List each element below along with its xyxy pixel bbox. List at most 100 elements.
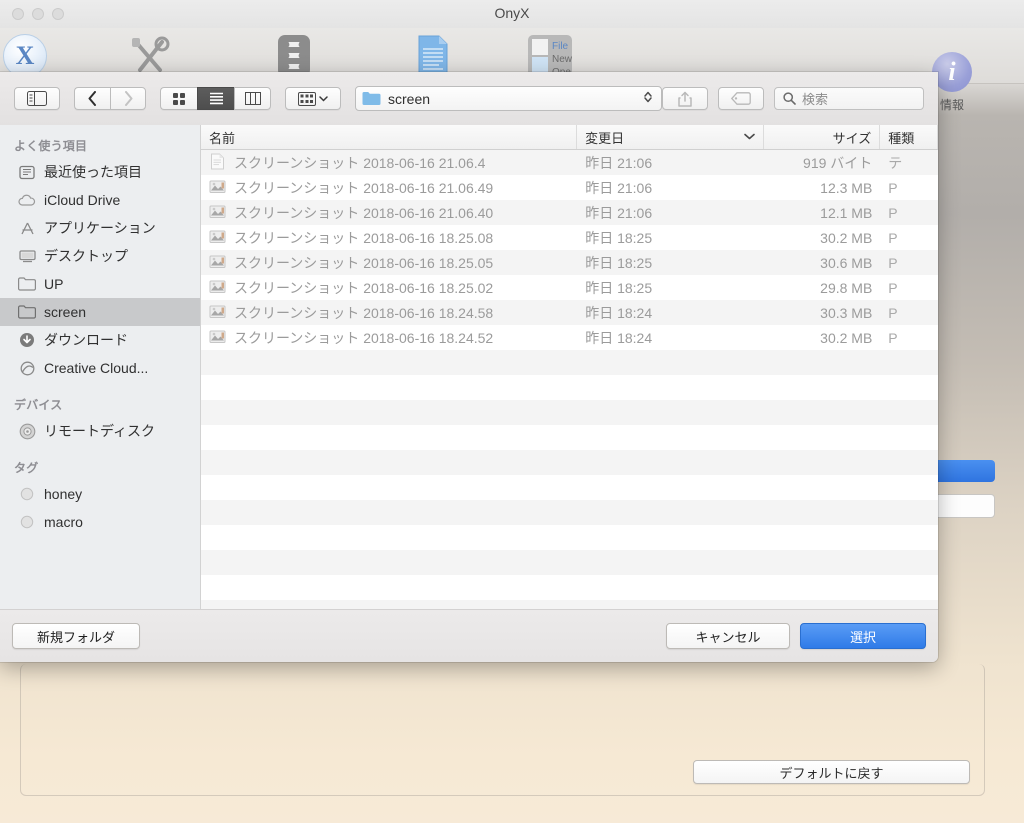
- sort-descending-icon: [743, 132, 755, 143]
- file-list[interactable]: 名前 変更日 サイズ 種類 スクリーンショット 2018-06-16 21.06…: [201, 125, 938, 609]
- new-folder-button[interactable]: 新規フォルダ: [12, 623, 140, 649]
- column-header-kind[interactable]: 種類: [880, 125, 938, 149]
- share-icon: [678, 91, 692, 107]
- remote-disc-icon: [18, 422, 36, 440]
- file-name: スクリーンショット 2018-06-16 18.25.05: [234, 254, 494, 271]
- cell-size: 12.1 MB: [820, 204, 873, 221]
- table-row[interactable]: スクリーンショット 2018-06-16 18.25.05 昨日 18:25 30.…: [201, 250, 938, 275]
- cell-kind: P: [888, 279, 898, 296]
- choose-button[interactable]: 選択: [800, 623, 926, 649]
- table-row[interactable]: スクリーンショット 2018-06-16 18.24.58 昨日 18:24 30.…: [201, 300, 938, 325]
- search-icon: [783, 92, 796, 105]
- downloads-icon: [18, 331, 36, 349]
- window-title: OnyX: [494, 5, 530, 21]
- sidebar-item-applications[interactable]: アプリケーション: [0, 214, 200, 242]
- applications-icon: [18, 219, 36, 237]
- list-view-icon: [209, 92, 223, 105]
- sidebar-item-desktop[interactable]: デスクトップ: [0, 242, 200, 270]
- sidebar-item-label: honey: [44, 486, 83, 502]
- file-list-empty-row: [201, 575, 938, 600]
- sidebar-toggle-button[interactable]: [14, 87, 60, 110]
- arrange-by-icon: [298, 91, 316, 106]
- cell-size: 29.8 MB: [820, 279, 873, 296]
- table-row[interactable]: スクリーンショット 2018-06-16 18.25.08 昨日 18:25 30.…: [201, 225, 938, 250]
- image-file-icon: [209, 303, 226, 323]
- cloud-icon: [18, 191, 36, 209]
- cell-name: スクリーンショット 2018-06-16 18.25.08: [201, 228, 577, 248]
- file-list-empty-row: [201, 500, 938, 525]
- sidebar-item-creative-cloud[interactable]: Creative Cloud...: [0, 354, 200, 382]
- svg-text:New: New: [552, 54, 573, 65]
- info-icon: i: [932, 52, 972, 92]
- window-titlebar: OnyX: [0, 0, 1024, 28]
- search-input[interactable]: 検索: [774, 87, 924, 110]
- arrange-by-button[interactable]: [285, 87, 341, 110]
- sidebar-item-tag-honey[interactable]: honey: [0, 480, 200, 508]
- table-row[interactable]: スクリーンショット 2018-06-16 18.25.02 昨日 18:25 29.…: [201, 275, 938, 300]
- cell-kind: P: [888, 254, 898, 271]
- sidebar-item-screen[interactable]: screen: [0, 298, 200, 326]
- cell-kind: P: [888, 329, 898, 346]
- dialog-body: よく使う項目 最近使った項目 iCloud Drive アプリケーション デスク…: [0, 125, 938, 609]
- file-open-dialog: screen 検索 よく使う項目 最近使った項目 iCloud Drive アプ…: [0, 72, 938, 662]
- cell-date: 昨日 18:25: [585, 279, 653, 296]
- cell-date: 昨日 18:25: [585, 254, 653, 271]
- dialog-footer: 新規フォルダ キャンセル 選択: [0, 609, 938, 662]
- sidebar-item-label: アプリケーション: [44, 220, 156, 236]
- sidebar-item-icloud-drive[interactable]: iCloud Drive: [0, 186, 200, 214]
- restore-defaults-button[interactable]: デフォルトに戻す: [693, 760, 970, 784]
- icon-view-button[interactable]: [160, 87, 197, 110]
- file-list-empty-row: [201, 425, 938, 450]
- image-file-icon: [209, 178, 226, 198]
- cell-kind: P: [888, 179, 898, 196]
- cell-name: スクリーンショット 2018-06-16 21.06.49: [201, 178, 577, 198]
- column-header-date[interactable]: 変更日: [577, 125, 764, 149]
- recents-icon: [18, 163, 36, 181]
- table-row[interactable]: スクリーンショット 2018-06-16 18.24.52 昨日 18:24 30.…: [201, 325, 938, 350]
- file-name: スクリーンショット 2018-06-16 21.06.4: [234, 154, 486, 171]
- cell-kind: テ: [888, 154, 903, 171]
- file-list-header: 名前 変更日 サイズ 種類: [201, 125, 938, 150]
- file-list-rows: スクリーンショット 2018-06-16 21.06.4 昨日 21:06 919 …: [201, 150, 938, 350]
- cell-name: スクリーンショット 2018-06-16 18.24.58: [201, 303, 577, 323]
- back-button[interactable]: [74, 87, 110, 110]
- sidebar-item-recents[interactable]: 最近使った項目: [0, 158, 200, 186]
- cell-name: スクリーンショット 2018-06-16 18.25.05: [201, 253, 577, 273]
- view-mode-buttons: [160, 87, 271, 110]
- folder-icon: [18, 275, 36, 293]
- dialog-footer-actions: キャンセル 選択: [666, 623, 926, 649]
- cell-date: 昨日 21:06: [585, 204, 653, 221]
- sidebar-item-downloads[interactable]: ダウンロード: [0, 326, 200, 354]
- sidebar-item-label: リモートディスク: [44, 423, 156, 439]
- dialog-sidebar[interactable]: よく使う項目 最近使った項目 iCloud Drive アプリケーション デスク…: [0, 125, 201, 609]
- sidebar-item-remote-disc[interactable]: リモートディスク: [0, 417, 200, 445]
- file-name: スクリーンショット 2018-06-16 18.24.58: [234, 304, 494, 321]
- path-popup-button[interactable]: screen: [355, 86, 662, 111]
- share-button[interactable]: [662, 87, 708, 110]
- sidebar-item-up[interactable]: UP: [0, 270, 200, 298]
- tag-button[interactable]: [718, 87, 764, 110]
- file-name: スクリーンショット 2018-06-16 21.06.49: [234, 179, 494, 196]
- column-view-button[interactable]: [234, 87, 271, 110]
- sidebar-item-label: デスクトップ: [44, 248, 128, 264]
- file-list-empty-row: [201, 475, 938, 500]
- cell-kind: P: [888, 229, 898, 246]
- sidebar-item-tag-macro[interactable]: macro: [0, 508, 200, 536]
- list-view-button[interactable]: [197, 87, 234, 110]
- cell-name: スクリーンショット 2018-06-16 18.24.52: [201, 328, 577, 348]
- image-file-icon: [209, 203, 226, 223]
- column-view-icon: [244, 92, 261, 105]
- cancel-button[interactable]: キャンセル: [666, 623, 790, 649]
- chevron-left-icon: [88, 91, 96, 106]
- sidebar-item-label: iCloud Drive: [44, 192, 121, 208]
- cell-size: 30.2 MB: [820, 229, 873, 246]
- column-header-name[interactable]: 名前: [201, 125, 578, 149]
- cell-size: 30.6 MB: [820, 254, 873, 271]
- file-list-empty-row: [201, 600, 938, 609]
- forward-button[interactable]: [110, 87, 146, 110]
- table-row[interactable]: スクリーンショット 2018-06-16 21.06.40 昨日 21:06 12.…: [201, 200, 938, 225]
- table-row[interactable]: スクリーンショット 2018-06-16 21.06.4 昨日 21:06 919 …: [201, 150, 938, 175]
- table-row[interactable]: スクリーンショット 2018-06-16 21.06.49 昨日 21:06 12.…: [201, 175, 938, 200]
- column-header-size[interactable]: サイズ: [764, 125, 881, 149]
- image-file-icon: [209, 328, 226, 348]
